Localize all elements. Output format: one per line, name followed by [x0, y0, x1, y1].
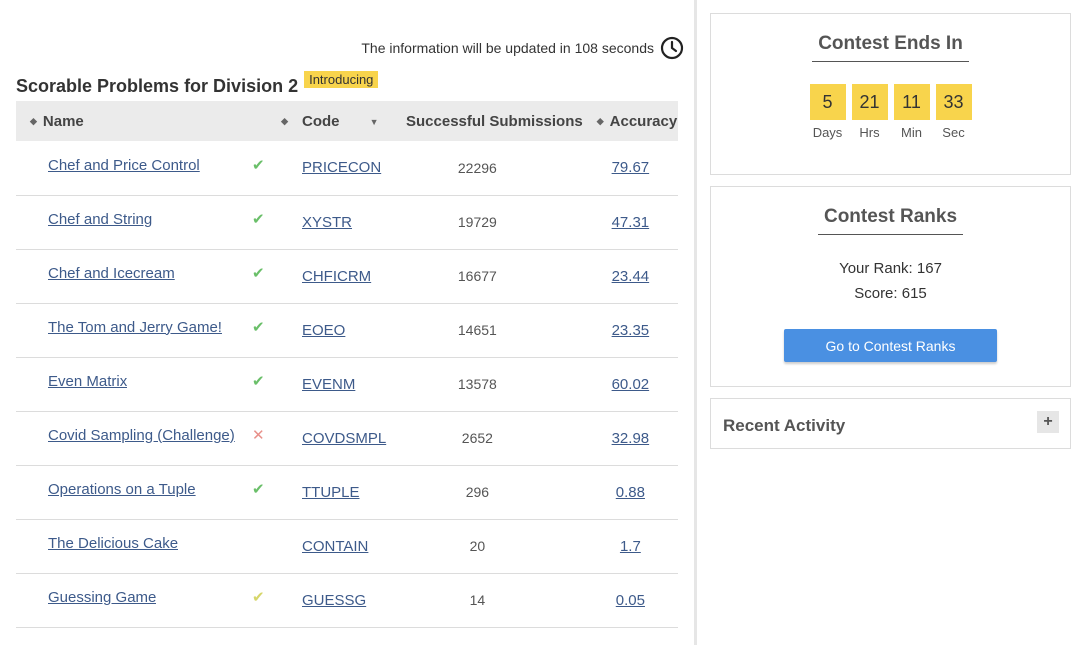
update-note-text: The information will be updated in 108 s… — [361, 40, 654, 56]
problem-name-link[interactable]: The Tom and Jerry Game! — [48, 319, 222, 336]
header-code[interactable]: Code ▼ — [302, 101, 402, 141]
table-row: Guessing Game ✔ GUESSG 14 0.05 — [16, 573, 678, 627]
problem-name-link[interactable]: The Delicious Cake — [48, 535, 178, 552]
table-row: Operations on a Tuple ✔ TTUPLE 296 0.88 — [16, 465, 678, 519]
check-icon: ✔ — [252, 265, 265, 282]
problem-name-link[interactable]: Operations on a Tuple — [48, 481, 196, 498]
problem-name-link[interactable]: Even Matrix — [48, 373, 127, 390]
successful-submissions: 13578 — [457, 376, 497, 392]
accuracy-link[interactable]: 79.67 — [612, 159, 650, 176]
accuracy-link[interactable]: 32.98 — [612, 430, 650, 447]
sort-icon[interactable]: ◆ — [281, 116, 288, 127]
activity-title: Recent Activity — [723, 416, 846, 435]
check-icon: ✔ — [252, 319, 265, 336]
table-row: Chef and Price Control ✔ PRICECON 22296 79.6… — [16, 141, 678, 195]
go-to-ranks-button[interactable]: Go to Contest Ranks — [784, 329, 997, 362]
table-row: The Tom and Jerry Game! ✔ EOEO 14651 23.35 — [16, 303, 678, 357]
section-heading: Scorable Problems for Division 2 Introdu… — [16, 71, 379, 97]
table-row: The Delicious Cake CONTAIN 20 1.7 — [16, 519, 678, 573]
timer-seconds: 33 Sec — [935, 84, 972, 140]
rank-info: Your Rank: 167 Score: 615 — [711, 256, 1070, 306]
successful-submissions: 2652 — [461, 430, 493, 446]
your-rank: Your Rank: 167 — [839, 260, 942, 277]
check-icon: ✔ — [252, 211, 265, 228]
successful-submissions: 16677 — [457, 268, 497, 284]
successful-submissions: 22296 — [457, 159, 497, 176]
timer-title: Contest Ends In — [711, 33, 1070, 62]
accuracy-link[interactable]: 0.05 — [616, 592, 645, 609]
header-name[interactable]: ◆ Name — [16, 101, 240, 141]
table-row: Covid Sampling (Challenge) ✕ COVDSMPL 2652 3… — [16, 411, 678, 465]
check-icon: ✔ — [252, 156, 265, 174]
timer-hours: 21 Hrs — [851, 84, 888, 140]
table-header-row: ◆ Name ◆ Code ▼ Successful Submissions ◆ A… — [16, 101, 678, 141]
problem-code-link[interactable]: EVENM — [302, 376, 355, 393]
successful-submissions: 20 — [469, 538, 486, 554]
problem-name-link[interactable]: Chef and Icecream — [48, 265, 175, 282]
problems-table: ◆ Name ◆ Code ▼ Successful Submissions ◆ A… — [16, 101, 678, 628]
successful-submissions: 14651 — [457, 322, 497, 338]
timer-days: 5 Days — [809, 84, 846, 140]
update-note: The information will be updated in 108 s… — [361, 36, 684, 60]
sort-icon[interactable]: ◆ — [597, 116, 604, 127]
accuracy-link[interactable]: 23.35 — [612, 322, 650, 339]
problem-code-link[interactable]: PRICECON — [302, 159, 381, 176]
score: Score: 615 — [854, 285, 927, 302]
problem-name-link[interactable]: Chef and String — [48, 211, 152, 228]
problem-code-link[interactable]: GUESSG — [302, 592, 366, 609]
contest-ranks-card: Contest Ranks Your Rank: 167 Score: 615 … — [710, 186, 1071, 387]
problem-code-link[interactable]: COVDSMPL — [302, 430, 386, 447]
section-title: Scorable Problems for Division 2 — [16, 76, 299, 96]
accuracy-link[interactable]: 47.31 — [612, 214, 650, 231]
recent-activity-card[interactable]: Recent Activity + — [710, 398, 1071, 449]
table-row: Even Matrix ✔ EVENM 13578 60.02 — [16, 357, 678, 411]
header-accuracy[interactable]: ◆ Accuracy — [583, 101, 678, 141]
problem-code-link[interactable]: XYSTR — [302, 214, 352, 231]
clock-icon — [660, 36, 684, 60]
problem-name-link[interactable]: Chef and Price Control — [48, 157, 200, 174]
accuracy-link[interactable]: 23.44 — [612, 268, 650, 285]
sort-icon[interactable]: ◆ — [30, 116, 37, 127]
successful-submissions: 296 — [465, 484, 490, 500]
cross-icon: ✕ — [252, 427, 265, 444]
header-submissions[interactable]: Successful Submissions — [402, 101, 583, 141]
problem-code-link[interactable]: CHFICRM — [302, 268, 371, 285]
successful-submissions: 19729 — [457, 214, 497, 230]
accuracy-link[interactable]: 0.88 — [616, 484, 645, 501]
timer-minutes: 11 Min — [893, 84, 930, 140]
problem-name-link[interactable]: Guessing Game — [48, 589, 156, 606]
header-code-sort[interactable]: ◆ — [240, 101, 302, 141]
sort-desc-icon[interactable]: ▼ — [370, 117, 379, 127]
accuracy-link[interactable]: 60.02 — [612, 376, 650, 393]
problem-code-link[interactable]: EOEO — [302, 322, 345, 339]
expand-icon[interactable]: + — [1037, 411, 1059, 433]
countdown: 5 Days 21 Hrs 11 Min 33 Sec — [711, 84, 1070, 140]
table-row: Chef and String ✔ XYSTR 19729 47.31 — [16, 195, 678, 249]
partial-check-icon: ✔ — [252, 589, 265, 606]
contest-timer-card: Contest Ends In 5 Days 21 Hrs 11 Min 33 … — [710, 13, 1071, 175]
problem-name-link[interactable]: Covid Sampling (Challenge) — [48, 427, 235, 444]
table-row: Chef and Icecream ✔ CHFICRM 16677 23.44 — [16, 249, 678, 303]
check-icon: ✔ — [252, 481, 265, 498]
accuracy-link[interactable]: 1.7 — [620, 538, 641, 555]
successful-submissions: 14 — [469, 592, 486, 608]
problems-panel: The information will be updated in 108 s… — [0, 0, 697, 645]
problem-code-link[interactable]: TTUPLE — [302, 484, 360, 501]
check-icon: ✔ — [252, 373, 265, 390]
problem-code-link[interactable]: CONTAIN — [302, 538, 368, 555]
ranks-title: Contest Ranks — [711, 206, 1070, 235]
introducing-badge: Introducing — [304, 71, 379, 88]
